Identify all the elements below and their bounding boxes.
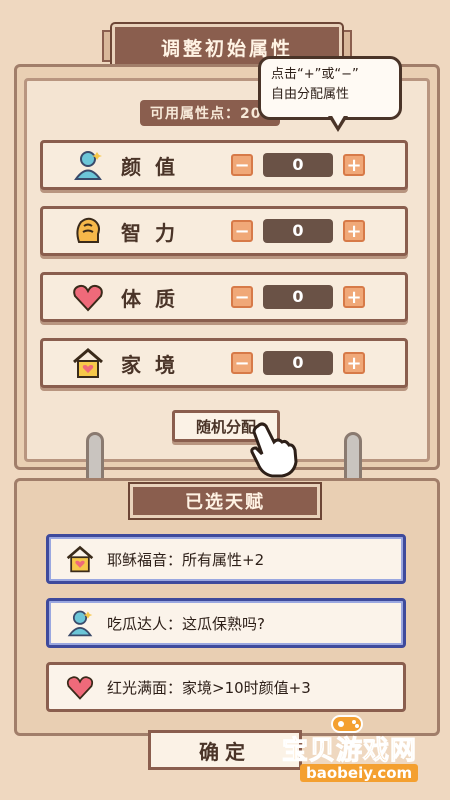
house-icon xyxy=(63,542,97,576)
person-icon xyxy=(63,606,97,640)
talent-text: 耶稣福音：所有属性+2 xyxy=(107,550,265,569)
hint-tooltip: 点击“+”或“−” 自由分配属性 xyxy=(258,56,402,120)
talent-text: 红光满面：家境>10时颜值+3 xyxy=(107,678,311,697)
attribute-label: 颜值 xyxy=(121,154,189,179)
heart-icon xyxy=(71,280,105,314)
increase-appearance-button[interactable]: + xyxy=(343,154,365,176)
talent-card[interactable]: 红光满面：家境>10时颜值+3 xyxy=(46,662,406,712)
talents-title: 已选天赋 xyxy=(128,482,322,520)
attribute-panel-inner xyxy=(24,78,430,462)
decrease-appearance-button[interactable]: − xyxy=(231,154,253,176)
family-value: 0 xyxy=(263,351,333,375)
attribute-row-appearance: 颜值 − 0 + xyxy=(40,140,408,190)
watermark-url: baobeiy.com xyxy=(300,764,419,782)
attribute-row-family: 家境 − 0 + xyxy=(40,338,408,388)
attribute-label: 体质 xyxy=(121,286,189,311)
decrease-constitution-button[interactable]: − xyxy=(231,286,253,308)
constitution-value: 0 xyxy=(263,285,333,309)
intelligence-value: 0 xyxy=(263,219,333,243)
heart-icon xyxy=(63,670,97,704)
decrease-intelligence-button[interactable]: − xyxy=(231,220,253,242)
brain-icon xyxy=(71,214,105,248)
talent-card[interactable]: 耶稣福音：所有属性+2 xyxy=(46,534,406,584)
talent-text: 吃瓜达人：这瓜保熟吗? xyxy=(107,614,265,633)
attribute-row-constitution: 体质 − 0 + xyxy=(40,272,408,322)
hint-line-1: 点击“+”或“−” xyxy=(271,67,359,82)
attribute-row-intelligence: 智力 − 0 + xyxy=(40,206,408,256)
tooltip-tail-inner xyxy=(331,114,345,126)
pointing-hand-icon xyxy=(244,420,304,484)
increase-family-button[interactable]: + xyxy=(343,352,365,374)
attribute-label: 家境 xyxy=(121,352,189,377)
confirm-button[interactable]: 确定 xyxy=(148,730,302,770)
person-icon xyxy=(71,148,105,182)
talent-card[interactable]: 吃瓜达人：这瓜保熟吗? xyxy=(46,598,406,648)
increase-intelligence-button[interactable]: + xyxy=(343,220,365,242)
appearance-value: 0 xyxy=(263,153,333,177)
hint-line-2: 自由分配属性 xyxy=(271,87,350,102)
watermark-text: 宝贝游戏网 xyxy=(281,736,418,767)
house-icon xyxy=(71,346,105,380)
attribute-label: 智力 xyxy=(121,220,189,245)
increase-constitution-button[interactable]: + xyxy=(343,286,365,308)
decrease-family-button[interactable]: − xyxy=(231,352,253,374)
